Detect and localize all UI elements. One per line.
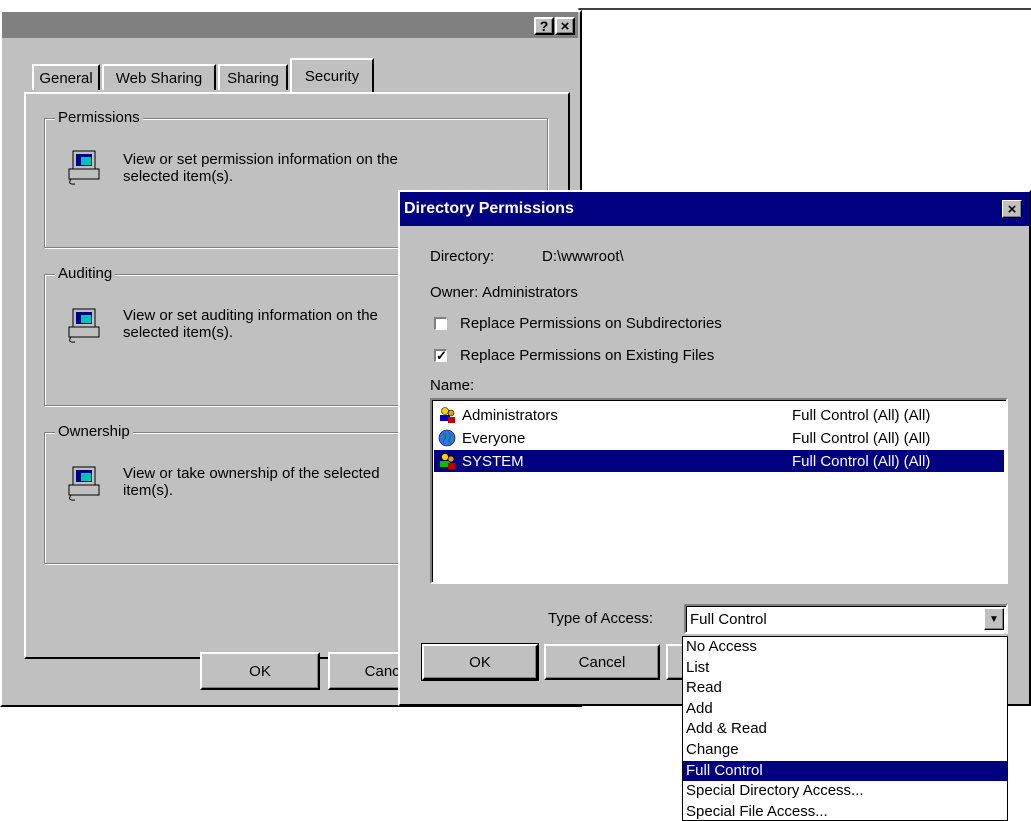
dialog-titlebar: Directory Permissions × — [400, 192, 1029, 226]
type-of-access-label: Type of Access: — [548, 610, 654, 627]
permissions-legend: Permissions — [55, 109, 143, 126]
entry-name: Everyone — [462, 429, 526, 447]
directory-value: D:\wwwroot\ — [542, 248, 624, 265]
entry-name: SYSTEM — [462, 452, 524, 470]
permissions-description: View or set permission information on th… — [123, 151, 398, 185]
chevron-down-icon: ▼ — [989, 613, 999, 625]
auditing-description: View or set auditing information on the … — [123, 307, 378, 341]
dialog-close-button[interactable]: × — [1002, 200, 1022, 218]
ownership-legend: Ownership — [55, 423, 133, 440]
dropdown-option[interactable]: No Access — [683, 637, 1007, 658]
dropdown-option[interactable]: Add & Read — [683, 719, 1007, 740]
owner-value: Administrators — [482, 284, 578, 301]
type-of-access-select[interactable]: Full Control ▼ — [684, 604, 1008, 634]
owner-label: Owner: — [430, 284, 479, 301]
dropdown-button[interactable]: ▼ — [984, 608, 1004, 630]
properties-titlebar — [2, 12, 578, 38]
dropdown-option[interactable]: Special File Access... — [683, 802, 1007, 820]
type-of-access-value: Full Control — [690, 611, 767, 628]
replace-files-label[interactable]: Replace Permissions on Existing Files — [460, 347, 714, 364]
dropdown-option[interactable]: Read — [683, 678, 1007, 699]
permissions-list[interactable]: Administrators Full Control (All) (All) … — [430, 398, 1008, 584]
entry-access: Full Control (All) (All) — [792, 406, 931, 424]
ownership-description: View or take ownership of the selected i… — [123, 465, 380, 499]
computer-icon — [68, 466, 100, 501]
entry-access: Full Control (All) (All) — [792, 429, 931, 447]
dropdown-option-selected[interactable]: Full Control — [683, 760, 1007, 782]
dropdown-option[interactable]: Add — [683, 699, 1007, 720]
help-button[interactable]: ? — [534, 17, 554, 35]
dialog-title: Directory Permissions — [404, 200, 574, 217]
tab-web-sharing[interactable]: Web Sharing — [102, 64, 216, 90]
tab-strip: General Web Sharing Sharing Security — [28, 58, 578, 94]
directory-label: Directory: — [430, 248, 495, 265]
tab-sharing[interactable]: Sharing — [218, 64, 288, 90]
replace-subdirs-label[interactable]: Replace Permissions on Subdirectories — [460, 315, 722, 332]
globe-icon — [438, 429, 456, 447]
close-icon: × — [1007, 200, 1017, 218]
list-item-administrators[interactable]: Administrators Full Control (All) (All) — [434, 404, 1004, 426]
list-item-system[interactable]: SYSTEM Full Control (All) (All) — [434, 450, 1004, 472]
access-dropdown-list[interactable]: No Access List Read Add Add & Read Chang… — [682, 636, 1008, 821]
entry-name: Administrators — [462, 406, 558, 424]
group-icon — [440, 453, 455, 469]
replace-files-checkbox[interactable]: ✓ — [434, 349, 447, 362]
check-mark-icon: ✓ — [436, 348, 447, 363]
auditing-legend: Auditing — [55, 265, 116, 282]
replace-subdirs-checkbox[interactable] — [434, 317, 447, 330]
dropdown-option[interactable]: Special Directory Access... — [683, 781, 1007, 802]
dropdown-option[interactable]: Change — [683, 740, 1007, 761]
properties-close-button[interactable]: × — [555, 17, 575, 35]
dropdown-option[interactable]: List — [683, 658, 1007, 679]
help-icon: ? — [539, 18, 549, 34]
background-window — [578, 8, 1031, 10]
tab-security[interactable]: Security — [290, 58, 374, 92]
computer-icon — [68, 308, 100, 343]
tab-general[interactable]: General — [32, 64, 100, 90]
computer-icon — [68, 150, 100, 185]
group-icon — [440, 407, 455, 423]
directory-permissions-dialog: Directory Permissions × Directory: D:\ww… — [398, 190, 1031, 706]
dialog-ok-button[interactable]: OK — [421, 643, 539, 681]
dialog-cancel-button[interactable]: Cancel — [544, 644, 660, 680]
name-label: Name: — [430, 377, 475, 394]
list-item-everyone[interactable]: Everyone Full Control (All) (All) — [434, 427, 1004, 449]
ok-button[interactable]: OK — [200, 652, 320, 690]
entry-access: Full Control (All) (All) — [792, 452, 931, 470]
close-icon: × — [560, 17, 570, 35]
